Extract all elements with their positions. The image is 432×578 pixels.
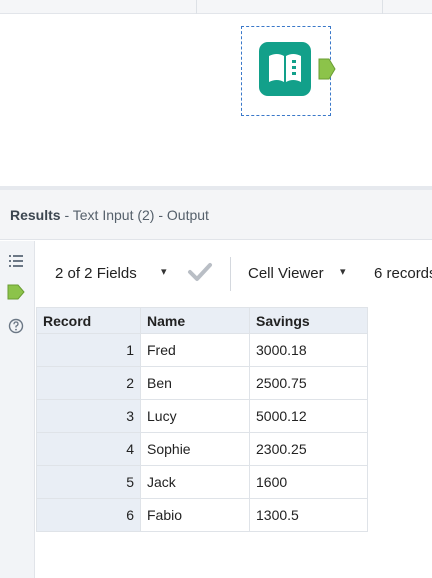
name-cell[interactable]: Ben [140,366,250,400]
record-cell: 5 [36,465,141,499]
table-row[interactable]: 4 Sophie 2300.25 [36,432,368,466]
record-cell: 1 [36,333,141,367]
results-title-bold: Results [10,207,61,223]
text-input-book-icon[interactable] [259,42,311,96]
list-icon[interactable] [6,251,26,269]
output-anchor-icon[interactable] [318,58,336,80]
name-cell[interactable]: Lucy [140,399,250,433]
workflow-canvas[interactable] [0,0,432,186]
fields-selector[interactable]: 2 of 2 Fields [55,265,137,282]
cell-viewer-dropdown-caret[interactable]: ▾ [340,265,346,278]
record-count: 6 records [374,265,432,282]
check-icon[interactable] [187,261,213,283]
record-cell: 6 [36,498,141,532]
table-row[interactable]: 1 Fred 3000.18 [36,333,368,367]
table-row[interactable]: 5 Jack 1600 [36,465,368,499]
cell-viewer-selector[interactable]: Cell Viewer [248,265,324,282]
record-cell: 4 [36,432,141,466]
results-toolbar: 2 of 2 Fields ▾ Cell Viewer ▾ 6 records [36,241,432,307]
table-row[interactable]: 3 Lucy 5000.12 [36,399,368,433]
savings-cell[interactable]: 2300.25 [249,432,368,466]
table-row[interactable]: 2 Ben 2500.75 [36,366,368,400]
strip-divider [196,0,197,14]
results-header: Results - Text Input (2) - Output [0,190,432,240]
savings-cell[interactable]: 5000.12 [249,399,368,433]
results-grid[interactable]: Record Name Savings 1 Fred 3000.18 2 Ben… [36,307,368,532]
grid-header-row: Record Name Savings [36,307,368,334]
record-cell: 3 [36,399,141,433]
toolbar-divider [230,257,231,291]
column-header-record[interactable]: Record [36,307,141,334]
results-title-rest: - Text Input (2) - Output [60,207,209,223]
name-cell[interactable]: Sophie [140,432,250,466]
column-header-name[interactable]: Name [140,307,250,334]
canvas-top-strip [0,0,432,14]
savings-cell[interactable]: 1600 [249,465,368,499]
column-header-savings[interactable]: Savings [249,307,368,334]
savings-cell[interactable]: 3000.18 [249,333,368,367]
fields-dropdown-caret[interactable]: ▾ [161,265,167,278]
name-cell[interactable]: Jack [140,465,250,499]
strip-divider [382,0,383,14]
results-side-rail [0,241,35,578]
name-cell[interactable]: Fabio [140,498,250,532]
table-row[interactable]: 6 Fabio 1300.5 [36,498,368,532]
savings-cell[interactable]: 1300.5 [249,498,368,532]
savings-cell[interactable]: 2500.75 [249,366,368,400]
record-cell: 2 [36,366,141,400]
results-title: Results - Text Input (2) - Output [10,207,209,223]
help-icon[interactable] [6,317,26,335]
name-cell[interactable]: Fred [140,333,250,367]
output-anchor-icon[interactable] [6,283,26,301]
